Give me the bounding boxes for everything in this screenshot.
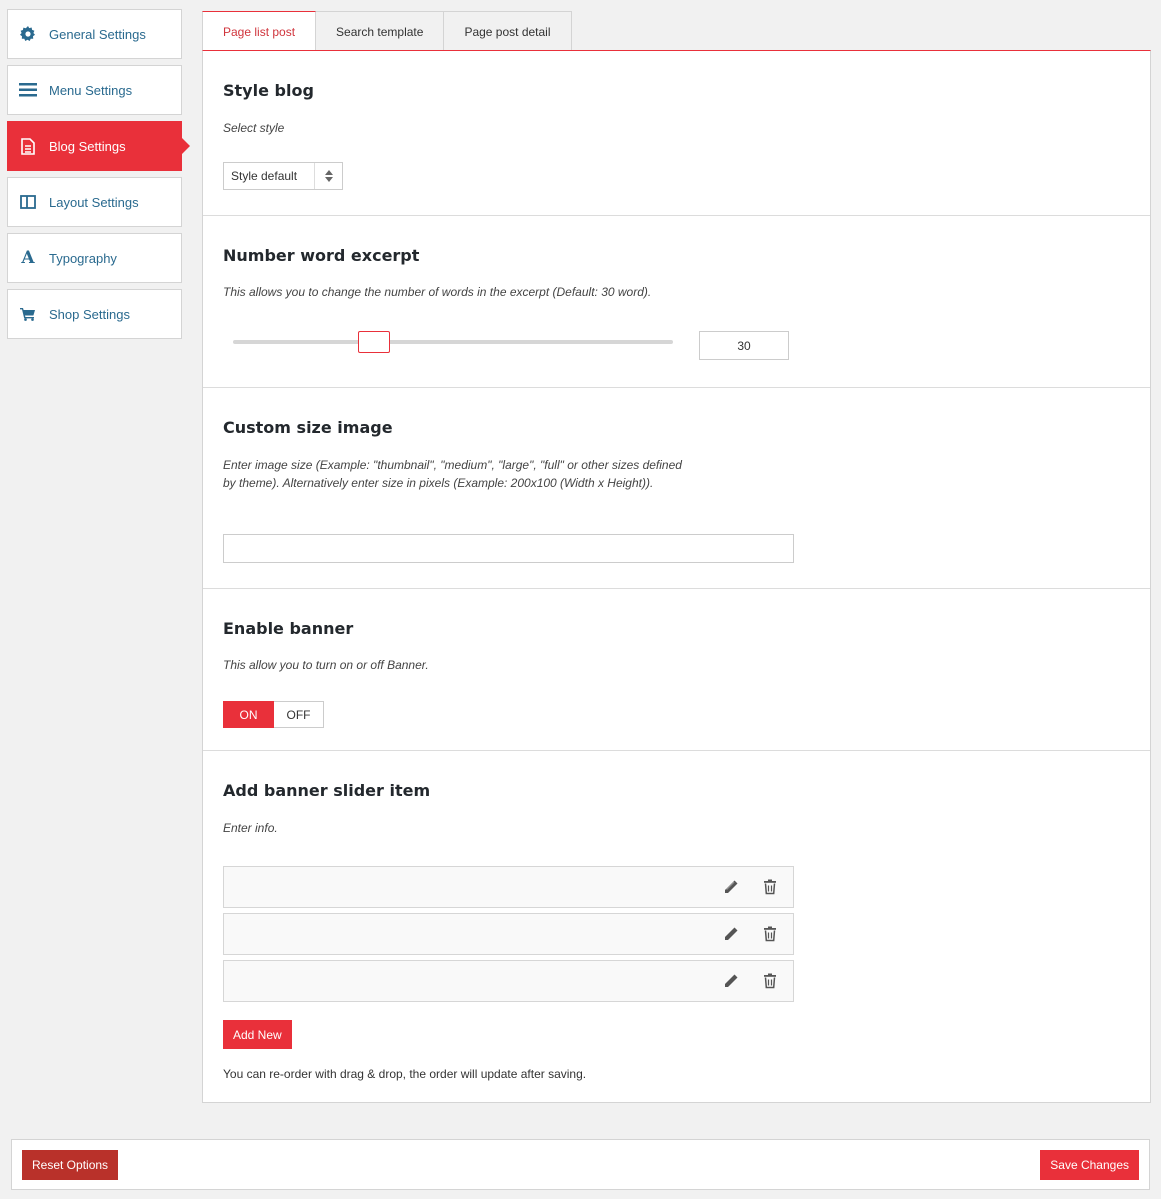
footer-bar: Reset Options Save Changes [11,1139,1150,1190]
tab-page-post-detail[interactable]: Page post detail [444,11,572,51]
section-description: Select style [223,121,285,135]
excerpt-number-input[interactable]: 30 [699,331,789,360]
banner-toggle: ON OFF [223,701,324,728]
word-excerpt-section: Number word excerpt This allows you to c… [203,216,1150,388]
sidebar-item-label: Typography [49,250,117,266]
style-select[interactable]: Style default [223,162,343,190]
reset-options-button[interactable]: Reset Options [22,1150,119,1180]
pencil-icon[interactable] [723,879,739,895]
sidebar-item-label: Shop Settings [49,306,130,322]
section-title: Style blog [223,81,314,100]
sidebar-item-blog-settings[interactable]: Blog Settings [7,121,190,171]
sidebar-item-general-settings[interactable]: General Settings [7,9,182,59]
section-description: This allows you to change the number of … [223,285,652,299]
gear-icon [19,25,37,43]
tab-bar: Page list post Search template Page post… [202,11,572,51]
section-title: Custom size image [223,418,393,437]
settings-panel: Style blog Select style Style default Nu… [202,50,1151,1103]
excerpt-slider-track[interactable] [233,340,673,344]
slider-item-list [223,866,794,1007]
slider-item-row[interactable] [223,866,794,908]
section-title: Add banner slider item [223,781,431,800]
layout-columns-icon [19,193,37,211]
enable-banner-section: Enable banner This allow you to turn on … [203,589,1150,751]
typography-a-icon: A [21,248,35,268]
add-new-button[interactable]: Add New [223,1020,292,1049]
style-select-value: Style default [231,169,298,183]
pencil-icon[interactable] [723,926,739,942]
section-title: Enable banner [223,619,354,638]
settings-sidebar: General Settings Menu Settings Blog Sett… [7,9,190,345]
custom-size-section: Custom size image Enter image size (Exam… [203,388,1150,589]
trash-icon[interactable] [763,926,779,942]
reorder-note: You can re-order with drag & drop, the o… [223,1067,587,1081]
sidebar-item-label: Blog Settings [49,138,126,154]
sidebar-item-label: Menu Settings [49,82,133,98]
pencil-icon[interactable] [723,973,739,989]
section-title: Number word excerpt [223,246,420,265]
excerpt-slider-handle[interactable] [358,331,390,353]
save-changes-button[interactable]: Save Changes [1040,1150,1139,1180]
sidebar-item-menu-settings[interactable]: Menu Settings [7,65,182,115]
sidebar-item-label: Layout Settings [49,194,139,210]
section-description: Enter image size (Example: "thumbnail", … [223,458,682,490]
slider-item-row[interactable] [223,960,794,1002]
trash-icon[interactable] [763,879,779,895]
banner-slider-section: Add banner slider item Enter info. Add N… [203,751,1150,1103]
image-size-input[interactable] [223,534,794,563]
sidebar-item-layout-settings[interactable]: Layout Settings [7,177,182,227]
tab-page-list-post[interactable]: Page list post [202,11,317,51]
style-blog-section: Style blog Select style Style default [203,51,1150,216]
trash-icon[interactable] [763,973,779,989]
menu-lines-icon [19,81,37,99]
sidebar-item-typography[interactable]: A Typography [7,233,182,283]
sidebar-item-shop-settings[interactable]: Shop Settings [7,289,182,339]
sidebar-item-label: General Settings [49,26,146,42]
slider-item-row[interactable] [223,913,794,955]
section-description: This allow you to turn on or off Banner. [223,658,429,672]
cart-icon [19,305,37,323]
section-description: Enter info. [223,821,278,835]
document-icon [19,137,37,155]
toggle-off-button[interactable]: OFF [274,701,324,728]
toggle-on-button[interactable]: ON [223,701,274,728]
select-arrows-icon [314,163,342,189]
tab-search-template[interactable]: Search template [316,11,445,51]
